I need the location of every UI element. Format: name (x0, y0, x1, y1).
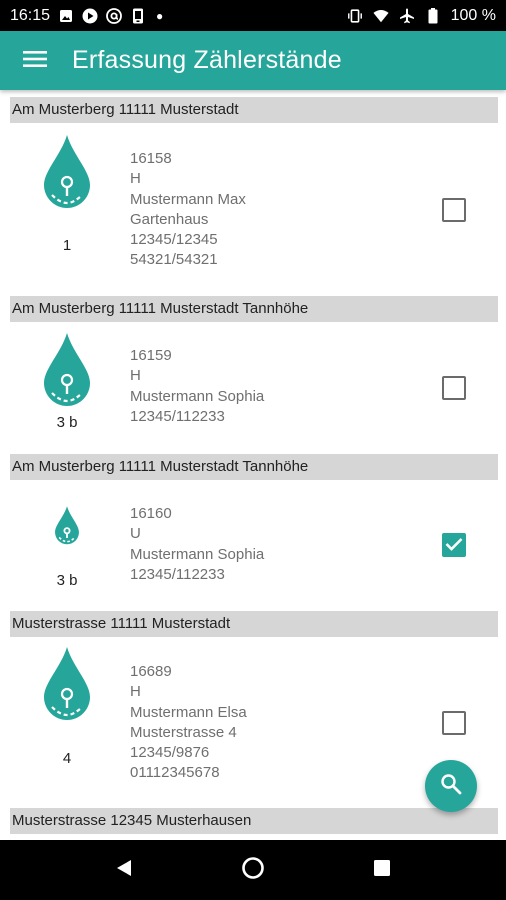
menu-icon (23, 50, 47, 72)
status-time: 16:15 (10, 6, 51, 24)
location: Gartenhaus (130, 210, 209, 228)
meter-type: H (130, 367, 141, 385)
meter-number: 4 (62, 750, 72, 767)
home-icon (241, 856, 265, 884)
address-header: Musterstrasse 12345 Musterhausen (10, 808, 498, 834)
meter-checkbox[interactable] (442, 376, 466, 400)
search-icon (440, 773, 462, 799)
meter-type: H (130, 683, 141, 701)
water-drop-meter-icon (40, 330, 94, 408)
address-header: Musterstrasse 11111 Musterstadt (10, 611, 498, 637)
meter-type: H (130, 170, 141, 188)
owner-name: Mustermann Elsa (130, 703, 247, 721)
owner-name: Mustermann Max (130, 190, 246, 208)
meter-id: 16689 (130, 663, 172, 680)
meter-code: 12345/9876 (130, 744, 210, 762)
meter-id: 16158 (130, 150, 172, 167)
address-header: Am Musterberg 11111 Musterstadt (10, 97, 498, 123)
check-icon (445, 536, 463, 555)
meter-checkbox[interactable] (442, 533, 466, 557)
wifi-icon (373, 8, 389, 24)
search-button[interactable] (425, 760, 477, 812)
water-drop-meter-small-icon (50, 504, 84, 546)
meter-number: 1 (62, 237, 72, 254)
meter-type: U (130, 525, 141, 543)
street-address: Musterstrasse 4 (130, 723, 237, 741)
meter-details: 16689 H Mustermann Elsa Musterstrasse 4 … (130, 662, 247, 784)
app-bar: Erfassung Zählerstände (0, 31, 506, 90)
vibrate-icon (347, 8, 363, 24)
dot-icon: ● (156, 8, 164, 23)
meter-id: 16159 (130, 347, 172, 364)
recents-button[interactable] (362, 850, 402, 890)
address-header: Am Musterberg 11111 Musterstadt Tannhöhe (10, 296, 498, 322)
back-button[interactable] (104, 850, 144, 890)
meter-number: 3 b (56, 414, 78, 431)
menu-button[interactable] (0, 31, 70, 90)
navigation-bar (0, 840, 506, 900)
water-drop-meter-icon (40, 644, 94, 722)
phone-icon (130, 8, 146, 24)
address-header: Am Musterberg 11111 Musterstadt Tannhöhe (10, 454, 498, 480)
meter-list[interactable]: Am Musterberg 11111 Musterstadt 1 16158 … (0, 90, 506, 840)
page-title: Erfassung Zählerstände (72, 46, 342, 74)
home-button[interactable] (233, 850, 273, 890)
recents-icon (373, 859, 391, 881)
meter-code: 12345/112233 (130, 407, 225, 425)
owner-name: Mustermann Sophia (130, 387, 265, 405)
battery-icon (425, 7, 441, 24)
meter-checkbox[interactable] (442, 711, 466, 735)
meter-details: 16159 H Mustermann Sophia 12345/112233 (130, 346, 264, 427)
meter-code: 54321/54321 (130, 251, 218, 269)
battery-percent: 100 % (450, 6, 496, 24)
water-drop-meter-icon (40, 132, 94, 210)
photo-icon (58, 8, 74, 24)
owner-name: Mustermann Sophia (130, 545, 265, 563)
at-sign-icon (106, 7, 122, 24)
meter-number: 3 b (56, 572, 78, 589)
meter-code: 12345/112233 (130, 565, 225, 583)
status-bar: 16:15 ● 100 % (0, 0, 506, 31)
airplane-icon (399, 8, 415, 24)
meter-id: 16160 (130, 505, 172, 522)
play-icon (82, 8, 98, 24)
meter-checkbox[interactable] (442, 198, 466, 222)
meter-details: 16158 H Mustermann Max Gartenhaus 12345/… (130, 149, 246, 271)
meter-code: 01112345678 (130, 764, 220, 782)
back-icon (114, 858, 134, 882)
meter-details: 16160 U Mustermann Sophia 12345/112233 (130, 504, 264, 585)
meter-code: 12345/12345 (130, 231, 218, 249)
